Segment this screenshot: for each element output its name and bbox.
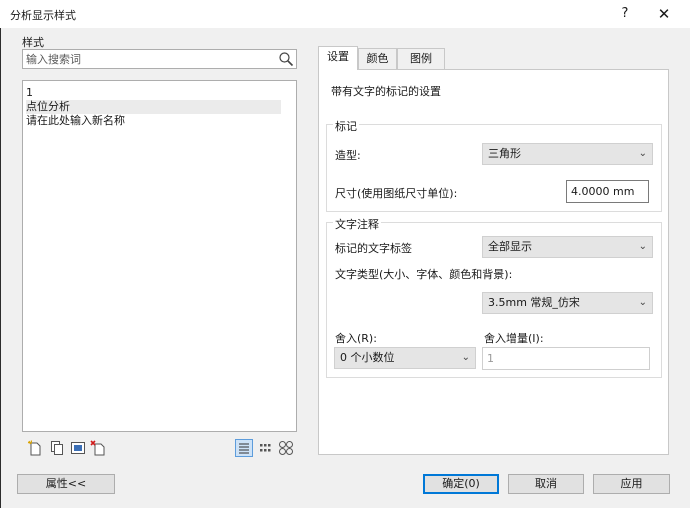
rename-style-icon[interactable] (70, 440, 86, 456)
rounding-select[interactable]: 0 个小数位 ⌄ (334, 347, 476, 369)
cancel-button[interactable]: 取消 (508, 474, 584, 494)
chevron-down-icon: ⌄ (461, 352, 470, 363)
text-type-value: 3.5mm 常规_仿宋 (488, 296, 580, 309)
list-item[interactable]: 1 (26, 86, 33, 100)
styles-list[interactable]: 1 点位分析 请在此处输入新名称 (22, 80, 297, 432)
shape-label: 造型: (335, 149, 361, 162)
shape-value: 三角形 (488, 147, 521, 160)
properties-toggle-button[interactable]: 属性<< (17, 474, 115, 494)
tag-select[interactable]: 全部显示 ⌄ (482, 236, 653, 258)
list-item-selected[interactable]: 点位分析 (26, 100, 281, 114)
marker-group-title: 标记 (333, 118, 359, 134)
search-icon[interactable] (278, 51, 294, 67)
increment-label: 舍入增量(I): (484, 332, 544, 345)
delete-style-icon[interactable] (90, 440, 106, 456)
tab-legend[interactable]: 图例 (397, 48, 445, 69)
rounding-label: 舍入(R): (335, 332, 377, 345)
text-annotation-group-title: 文字注释 (333, 216, 381, 232)
apply-button[interactable]: 应用 (593, 474, 670, 494)
chevron-down-icon: ⌄ (638, 241, 647, 252)
list-item[interactable]: 请在此处输入新名称 (26, 114, 125, 128)
tab-colors[interactable]: 颜色 (358, 48, 397, 69)
tag-value: 全部显示 (488, 240, 532, 253)
shape-select[interactable]: 三角形 ⌄ (482, 143, 653, 165)
rounding-value: 0 个小数位 (340, 351, 395, 364)
large-icons-view-icon[interactable] (277, 439, 295, 457)
small-icons-view-icon[interactable] (256, 439, 274, 457)
search-box (22, 49, 297, 69)
tag-label: 标记的文字标签 (335, 242, 412, 255)
chevron-down-icon: ⌄ (638, 148, 647, 159)
settings-heading: 带有文字的标记的设置 (331, 85, 441, 98)
size-input[interactable]: 4.0000 mm (566, 180, 649, 203)
list-view-icon[interactable] (235, 439, 253, 457)
styles-label: 样式 (22, 36, 44, 49)
window-title: 分析显示样式 (10, 9, 76, 22)
search-input[interactable] (26, 51, 266, 67)
window-frame-edge (0, 28, 1, 508)
size-label: 尺寸(使用图纸尺寸单位): (335, 187, 458, 200)
ok-button[interactable]: 确定(0) (423, 474, 499, 494)
chevron-down-icon: ⌄ (638, 297, 647, 308)
help-button[interactable]: ? (614, 4, 636, 24)
text-type-label: 文字类型(大小、字体、颜色和背景): (335, 268, 513, 281)
tab-settings[interactable]: 设置 (318, 46, 358, 70)
close-button[interactable]: ✕ (652, 4, 676, 24)
title-bar (0, 0, 690, 28)
text-type-select[interactable]: 3.5mm 常规_仿宋 ⌄ (482, 292, 653, 314)
duplicate-style-icon[interactable] (49, 440, 65, 456)
increment-input[interactable]: 1 (482, 347, 650, 370)
new-style-icon[interactable] (27, 440, 43, 456)
